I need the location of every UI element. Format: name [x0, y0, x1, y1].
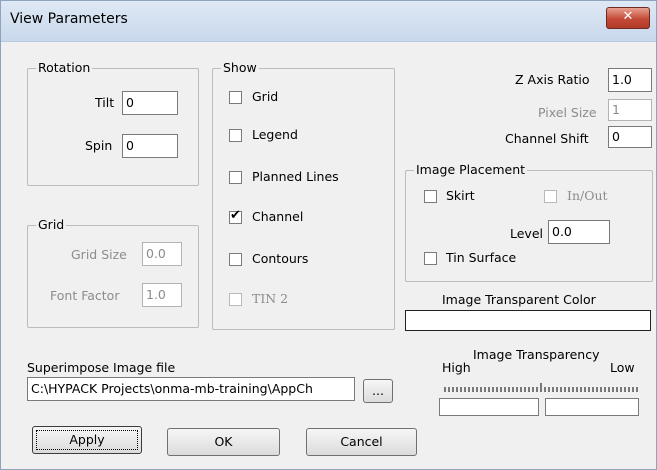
channel-shift-input[interactable]: 0 [608, 126, 652, 148]
level-input[interactable]: 0.0 [548, 220, 610, 244]
transparency-ruler[interactable] [443, 381, 639, 395]
transparent-color-swatch[interactable] [405, 310, 651, 331]
close-icon: ✕ [622, 9, 634, 24]
grid-size-input[interactable]: 0.0 [142, 242, 182, 266]
grid-size-label: Grid Size [71, 247, 127, 262]
superimpose-label: Superimpose Image file [27, 360, 176, 375]
skirt-checkbox[interactable] [424, 190, 437, 203]
show-label-contours: Contours [252, 251, 309, 266]
inout-label: In/Out [567, 188, 608, 203]
font-factor-input[interactable]: 1.0 [142, 283, 182, 307]
tilt-label: Tilt [95, 95, 115, 110]
show-checkbox-contours[interactable] [229, 253, 242, 266]
show-legend: Show [221, 60, 259, 76]
show-label-channel: Channel [252, 209, 304, 224]
transparent-color-label: Image Transparent Color [442, 292, 596, 307]
spin-input[interactable]: 0 [122, 134, 178, 158]
show-checkbox-planned-lines[interactable] [229, 171, 242, 184]
tin-surface-label: Tin Surface [446, 250, 517, 265]
ok-button[interactable]: OK [167, 428, 280, 456]
level-label: Level [510, 226, 543, 241]
transparency-label: Image Transparency [473, 347, 600, 362]
browse-button[interactable]: ... [363, 379, 393, 403]
focus-indicator [36, 430, 138, 450]
show-checkbox-channel[interactable]: ✔ [229, 208, 242, 224]
transparency-high-label: High [442, 360, 471, 375]
skirt-label: Skirt [446, 188, 475, 203]
pixel-size-input[interactable]: 1 [608, 99, 652, 121]
show-label-grid: Grid [252, 89, 279, 104]
image-placement-legend: Image Placement [414, 162, 528, 178]
show-checkbox-grid[interactable] [229, 91, 242, 104]
rotation-legend: Rotation [36, 60, 93, 76]
grid-legend: Grid [36, 217, 67, 233]
transparency-high-box[interactable] [439, 398, 539, 416]
tin-surface-checkbox[interactable] [424, 252, 437, 265]
superimpose-path-input[interactable]: C:\HYPACK Projects\onma-mb-training\AppC… [27, 377, 355, 401]
spin-label: Spin [85, 138, 113, 153]
z-axis-ratio-label: Z Axis Ratio [515, 72, 590, 87]
channel-shift-label: Channel Shift [505, 131, 589, 146]
show-group: Show [212, 60, 395, 330]
pixel-size-label: Pixel Size [538, 105, 597, 120]
show-label-planned-lines: Planned Lines [252, 169, 339, 184]
z-axis-ratio-input[interactable]: 1.0 [608, 68, 652, 92]
apply-button[interactable]: Apply [32, 426, 142, 454]
grid-group: Grid [27, 217, 199, 328]
show-checkbox-legend[interactable] [229, 129, 242, 142]
cancel-button[interactable]: Cancel [306, 428, 417, 456]
font-factor-label: Font Factor [50, 288, 120, 303]
title-bar: View Parameters ✕ [1, 1, 656, 42]
show-checkbox-tin-2[interactable] [229, 293, 242, 306]
close-button[interactable]: ✕ [606, 7, 650, 29]
view-parameters-dialog: View Parameters ✕ Rotation Tilt 0 Spin 0… [0, 0, 657, 470]
window-title: View Parameters [10, 11, 128, 27]
rotation-group: Rotation [27, 60, 199, 186]
tilt-input[interactable]: 0 [122, 91, 178, 115]
transparency-low-label: Low [610, 360, 635, 375]
show-label-tin-2: TIN 2 [252, 291, 289, 306]
show-label-legend: Legend [252, 127, 298, 142]
inout-checkbox[interactable] [544, 190, 557, 203]
checkmark-icon: ✔ [230, 208, 241, 223]
transparency-low-box[interactable] [545, 398, 639, 416]
